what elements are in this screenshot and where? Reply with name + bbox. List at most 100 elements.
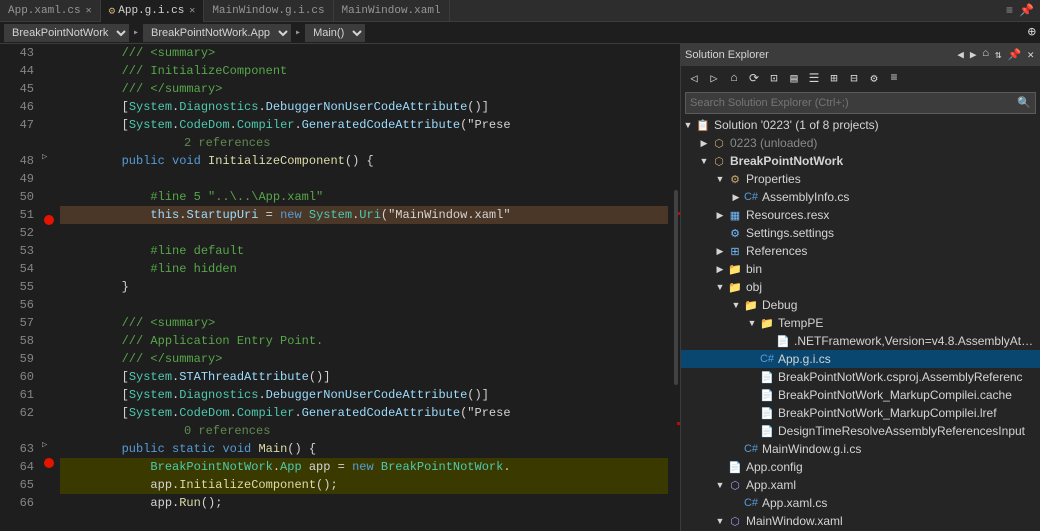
se-label-debug: Debug (762, 298, 797, 312)
se-search-bar[interactable]: 🔍 (685, 92, 1036, 114)
se-item-bpnw-project[interactable]: ▼ ⬡ BreakPointNotWork (681, 152, 1040, 170)
se-label-assemblyinfo: AssemblyInfo.cs (762, 190, 849, 204)
se-arrow-solution: ▼ (681, 120, 695, 130)
se-label-solution: Solution '0223' (1 of 8 projects) (714, 118, 879, 132)
se-arrow-references: ▶ (713, 246, 727, 257)
se-search-icon[interactable]: 🔍 (1017, 96, 1031, 110)
se-pin-icon[interactable]: 📌 (1006, 48, 1024, 62)
overflow-icon[interactable]: ≡ (1004, 4, 1015, 18)
se-item-0223[interactable]: ▶ ⬡ 0223 (unloaded) (681, 134, 1040, 152)
tab-mainwindowgics-label: MainWindow.g.i.cs (212, 5, 324, 17)
se-label-csproj-ref: BreakPointNotWork.csproj.AssemblyReferen… (778, 370, 1023, 384)
location-separator-2: ▸ (295, 27, 301, 39)
tab-mainwindowgics[interactable]: MainWindow.g.i.cs (204, 0, 333, 22)
se-icon-settings: ⚙ (727, 225, 743, 241)
se-toolbar-showall[interactable]: ☰ (805, 69, 823, 87)
se-icon-appxamlcs-tree: C# (743, 495, 759, 511)
tab-appgics-close[interactable]: ✕ (189, 5, 195, 17)
se-label-resources: Resources.resx (746, 208, 829, 222)
code-line-55: } (60, 278, 668, 296)
se-label-mwxaml: MainWindow.xaml (746, 514, 843, 528)
se-toolbar-home[interactable]: ⌂ (725, 69, 743, 87)
se-item-designtime[interactable]: 📄 DesignTimeResolveAssemblyReferencesInp… (681, 422, 1040, 440)
se-icon-0223: ⬡ (711, 135, 727, 151)
se-arrow-tempPE: ▼ (745, 318, 759, 328)
se-arrow-bin: ▶ (713, 264, 727, 275)
se-item-references[interactable]: ▶ ⊞ References (681, 242, 1040, 260)
tab-appxamlcs-close[interactable]: ✕ (86, 5, 92, 17)
se-toolbar-properties[interactable]: ≡ (885, 69, 903, 87)
tab-appxamlcs-label: App.xaml.cs (8, 5, 81, 17)
se-icon-references: ⊞ (727, 243, 743, 259)
se-item-mwxaml[interactable]: ▼ ⬡ MainWindow.xaml (681, 512, 1040, 530)
se-item-resources[interactable]: ▶ ▦ Resources.resx (681, 206, 1040, 224)
namespace-dropdown[interactable]: BreakPointNotWork.App (143, 24, 291, 42)
se-icon-markup-lref: 📄 (759, 405, 775, 421)
se-item-properties[interactable]: ▼ ⚙ Properties (681, 170, 1040, 188)
expand-icon-48[interactable]: ▷ (42, 152, 47, 162)
breakpoint-64[interactable] (44, 458, 54, 468)
se-sync-icon[interactable]: ⇅ (993, 48, 1004, 62)
tab-appgics-icon: ⚙ (109, 4, 116, 18)
se-toolbar-stop[interactable]: ⊡ (765, 69, 783, 87)
se-toolbar-filter[interactable]: ▤ (785, 69, 803, 87)
solution-explorer: Solution Explorer ◀ ▶ ⌂ ⇅ 📌 ✕ ◁ ▷ ⌂ ⟳ ⊡ … (680, 44, 1040, 531)
se-search-input[interactable] (690, 97, 1017, 109)
split-editor-icon[interactable]: ⊕ (1028, 24, 1036, 41)
se-item-appgics[interactable]: C# App.g.i.cs (681, 350, 1040, 368)
se-item-debug[interactable]: ▼ 📁 Debug (681, 296, 1040, 314)
se-item-appxaml[interactable]: ▼ ⬡ App.xaml (681, 476, 1040, 494)
editor-scrollbar[interactable] (668, 44, 680, 531)
tab-appxamlcs[interactable]: App.xaml.cs ✕ (0, 0, 101, 22)
se-item-markup-lref[interactable]: 📄 BreakPointNotWork_MarkupCompilei.lref (681, 404, 1040, 422)
code-line-43: /// <summary> (60, 44, 668, 62)
se-item-netframework[interactable]: 📄 .NETFramework,Version=v4.8.AssemblyAtt… (681, 332, 1040, 350)
se-tree: ▼ 📋 Solution '0223' (1 of 8 projects) ▶ … (681, 116, 1040, 531)
se-toolbar-forward[interactable]: ▷ (705, 69, 723, 87)
se-icon-mwgics: C# (743, 441, 759, 457)
se-item-csproj-ref[interactable]: 📄 BreakPointNotWork.csproj.AssemblyRefer… (681, 368, 1040, 386)
se-toolbar-refresh[interactable]: ⟳ (745, 69, 763, 87)
se-toolbar-settings[interactable]: ⚙ (865, 69, 883, 87)
method-dropdown[interactable]: Main() (305, 24, 365, 42)
se-item-obj[interactable]: ▼ 📁 obj (681, 278, 1040, 296)
se-item-mwgics[interactable]: C# MainWindow.g.i.cs (681, 440, 1040, 458)
se-label-designtime: DesignTimeResolveAssemblyReferencesInput (778, 424, 1025, 438)
expand-icon-63[interactable]: ▷ (42, 440, 47, 450)
gutter: ▷ ▷ (40, 44, 60, 531)
code-line-50: #line 5 "..\..\App.xaml" (60, 188, 668, 206)
se-close-icon[interactable]: ✕ (1025, 48, 1036, 62)
se-back-icon[interactable]: ◀ (955, 48, 966, 62)
se-item-assemblyinfo[interactable]: ▶ C# AssemblyInfo.cs (681, 188, 1040, 206)
se-toolbar-expand[interactable]: ⊞ (825, 69, 843, 87)
pin-icon[interactable]: 📌 (1017, 3, 1036, 18)
tab-appgics[interactable]: ⚙ App.g.i.cs ✕ (101, 0, 205, 22)
se-arrow-0223: ▶ (697, 138, 711, 149)
se-forward-icon[interactable]: ▶ (968, 48, 979, 62)
se-item-appxamlcs-tree[interactable]: C# App.xaml.cs (681, 494, 1040, 512)
se-item-bin[interactable]: ▶ 📁 bin (681, 260, 1040, 278)
se-icon-markup-cache: 📄 (759, 387, 775, 403)
file-dropdown[interactable]: BreakPointNotWork (4, 24, 129, 42)
se-item-solution[interactable]: ▼ 📋 Solution '0223' (1 of 8 projects) (681, 116, 1040, 134)
se-icon-mwxaml: ⬡ (727, 513, 743, 529)
se-item-markup-cache[interactable]: 📄 BreakPointNotWork_MarkupCompilei.cache (681, 386, 1040, 404)
code-line-65: app.InitializeComponent(); (60, 476, 668, 494)
breakpoint-51[interactable] (44, 215, 54, 225)
se-icon-netframework: 📄 (775, 333, 791, 349)
se-arrow-debug: ▼ (729, 300, 743, 310)
se-toolbar-collapse[interactable]: ⊟ (845, 69, 863, 87)
code-editor[interactable]: 43 44 45 46 47 48 49 50 51 52 53 54 55 5… (0, 44, 680, 531)
se-arrow-properties: ▼ (713, 174, 727, 184)
se-icon-assemblyinfo: C# (743, 189, 759, 205)
se-toolbar-back[interactable]: ◁ (685, 69, 703, 87)
tab-actions: ≡ 📌 (1000, 3, 1040, 18)
code-lines[interactable]: /// <summary> /// InitializeComponent //… (60, 44, 668, 531)
tab-mainwindowxaml[interactable]: MainWindow.xaml (334, 0, 450, 22)
scrollbar-thumb[interactable] (674, 190, 678, 385)
se-home-icon[interactable]: ⌂ (980, 48, 991, 62)
se-item-tempPE[interactable]: ▼ 📁 TempPE (681, 314, 1040, 332)
se-item-settings[interactable]: ⚙ Settings.settings (681, 224, 1040, 242)
se-item-appconfig[interactable]: 📄 App.config (681, 458, 1040, 476)
code-line-48: public void InitializeComponent() { (60, 152, 668, 170)
